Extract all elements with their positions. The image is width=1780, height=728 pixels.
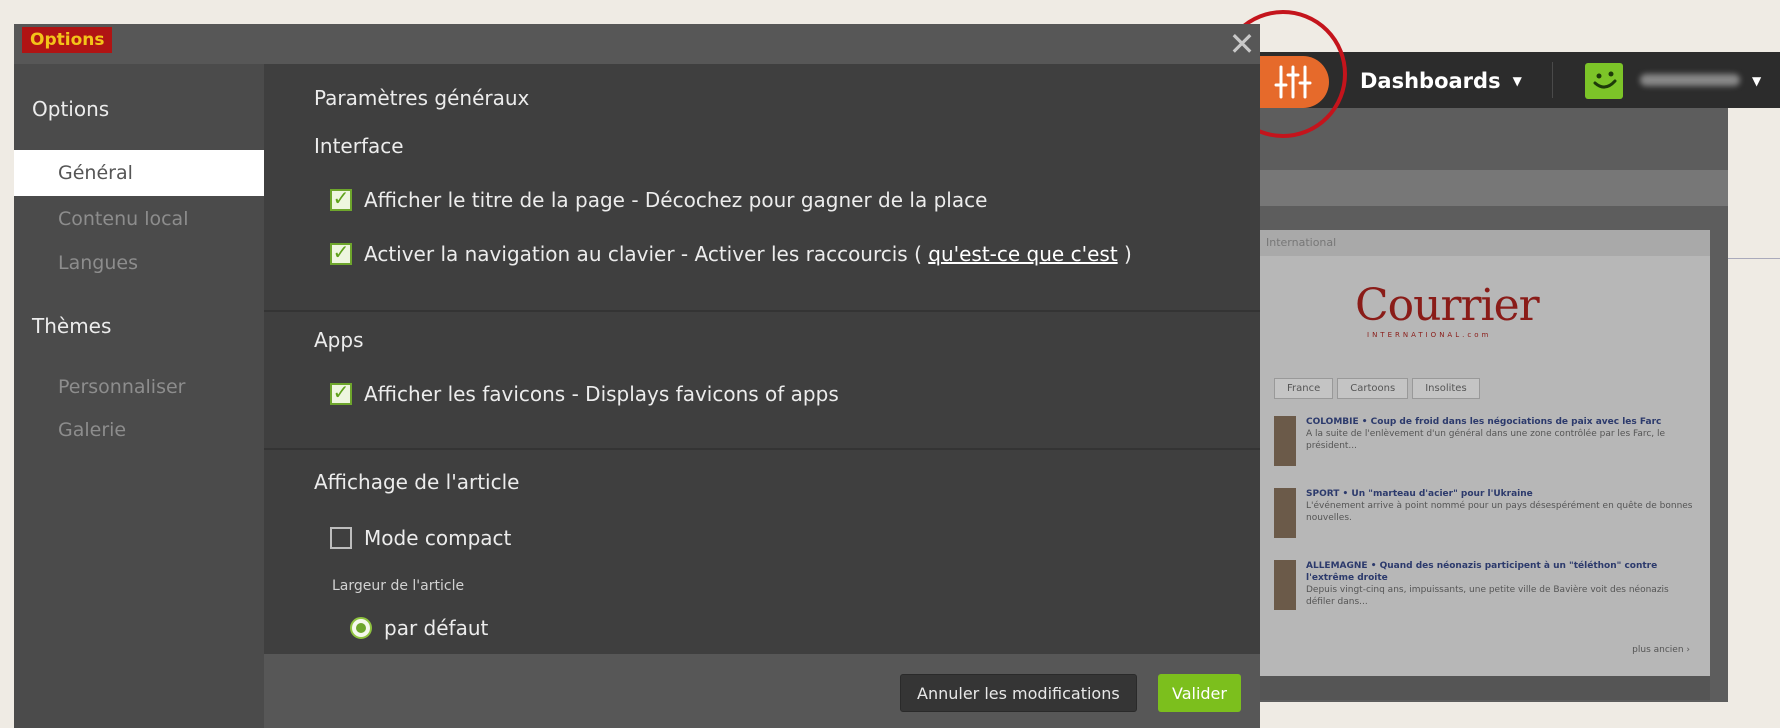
news-thumbnail bbox=[1274, 560, 1296, 610]
news-headline: SPORT • Un "marteau d'acier" pour l'Ukra… bbox=[1306, 489, 1533, 499]
news-headline: ALLEMAGNE • Quand des néonazis participe… bbox=[1306, 561, 1658, 583]
news-thumbnail bbox=[1274, 416, 1296, 466]
option-keyboard-nav-label: Activer la navigation au clavier - Activ… bbox=[364, 242, 922, 266]
validate-button[interactable]: Valider bbox=[1158, 674, 1241, 712]
widget-logo-sub: INTERNATIONAL.com bbox=[1367, 331, 1492, 339]
section-title-article: Affichage de l'article bbox=[314, 470, 520, 494]
section-divider bbox=[264, 310, 1260, 312]
widget-tab-insolites[interactable]: Insolites bbox=[1412, 378, 1480, 399]
dashboard-toolbar bbox=[1240, 170, 1728, 206]
news-text: Depuis vingt-cinq ans, impuissants, une … bbox=[1306, 585, 1669, 607]
option-show-title-label: Afficher le titre de la page - Décochez … bbox=[364, 188, 988, 212]
option-keyboard-nav[interactable]: ✓ Activer la navigation au clavier - Act… bbox=[330, 242, 1132, 266]
caret-down-icon: ▼ bbox=[1512, 74, 1522, 88]
dashboards-menu[interactable]: Dashboards ▼ bbox=[1360, 66, 1522, 96]
news-text: L'événement arrive à point nommé pour un… bbox=[1306, 501, 1693, 523]
cancel-button[interactable]: Annuler les modifications bbox=[900, 674, 1137, 712]
checkmark-icon: ✓ bbox=[332, 240, 350, 264]
widget-logo-text: Courrier bbox=[1355, 280, 1540, 331]
divider bbox=[1728, 258, 1780, 259]
section-title-apps: Apps bbox=[314, 328, 364, 352]
topbar-separator bbox=[1552, 62, 1553, 98]
checkbox-keyboard-nav[interactable]: ✓ bbox=[330, 240, 352, 265]
smiley-icon bbox=[1593, 71, 1617, 89]
more-link[interactable]: plus ancien › bbox=[1632, 645, 1690, 655]
sidebar-item-local-content[interactable]: Contenu local bbox=[14, 196, 264, 242]
page-title: Paramètres généraux bbox=[314, 86, 530, 110]
section-title-interface: Interface bbox=[314, 134, 404, 158]
option-show-title[interactable]: ✓ Afficher le titre de la page - Décoche… bbox=[330, 188, 987, 212]
sidebar-item-languages[interactable]: Langues bbox=[14, 240, 264, 286]
option-width-default[interactable]: par défaut bbox=[350, 616, 488, 640]
checkmark-icon: ✓ bbox=[332, 380, 350, 404]
news-item[interactable]: ALLEMAGNE • Quand des néonazis participe… bbox=[1274, 560, 1694, 610]
sidebar-heading-themes: Thèmes bbox=[32, 314, 112, 338]
dashboards-label: Dashboards bbox=[1360, 69, 1501, 93]
sidebar-item-gallery[interactable]: Galerie bbox=[14, 407, 264, 453]
sidebar-item-customize[interactable]: Personnaliser bbox=[14, 364, 264, 410]
option-show-favicons[interactable]: ✓ Afficher les favicons - Displays favic… bbox=[330, 382, 839, 406]
checkbox-compact-mode[interactable] bbox=[330, 527, 352, 549]
option-keyboard-nav-suffix: ) bbox=[1124, 242, 1132, 266]
widget-logo: Courrier INTERNATIONAL.com bbox=[1355, 280, 1540, 339]
widget-header: International bbox=[1260, 230, 1710, 256]
dashboard-footer bbox=[1260, 676, 1710, 700]
sidebar-heading-options: Options bbox=[32, 97, 110, 121]
options-content: Paramètres généraux Interface ✓ Afficher… bbox=[264, 64, 1260, 654]
user-menu-caret-icon[interactable]: ▼ bbox=[1752, 74, 1761, 88]
news-thumbnail bbox=[1274, 488, 1296, 538]
option-compact-mode[interactable]: Mode compact bbox=[330, 526, 511, 550]
sidebar-item-general[interactable]: Général bbox=[14, 150, 264, 196]
news-widget: International Courrier INTERNATIONAL.com… bbox=[1260, 230, 1710, 680]
news-item[interactable]: SPORT • Un "marteau d'acier" pour l'Ukra… bbox=[1274, 488, 1694, 538]
close-icon[interactable]: ✕ bbox=[1222, 24, 1262, 64]
news-text: A la suite de l'enlèvement d'un général … bbox=[1306, 429, 1666, 451]
modal-titlebar: Options bbox=[14, 24, 1260, 64]
radio-width-default[interactable] bbox=[350, 617, 372, 639]
checkbox-show-favicons[interactable]: ✓ bbox=[330, 380, 352, 405]
options-sidebar: Options Général Contenu local Langues Th… bbox=[14, 64, 264, 728]
option-compact-mode-label: Mode compact bbox=[364, 526, 512, 550]
widget-tabs: France Cartoons Insolites bbox=[1274, 378, 1480, 399]
modal-footer: Annuler les modifications Valider bbox=[264, 654, 1260, 728]
article-width-label: Largeur de l'article bbox=[332, 578, 465, 594]
section-divider bbox=[264, 448, 1260, 450]
keyboard-help-link[interactable]: qu'est-ce que c'est bbox=[928, 242, 1117, 266]
option-show-favicons-label: Afficher les favicons - Displays favicon… bbox=[364, 382, 839, 406]
avatar[interactable] bbox=[1585, 63, 1623, 99]
modal-title: Options bbox=[22, 27, 113, 53]
widget-tab-france[interactable]: France bbox=[1274, 378, 1334, 399]
radio-selected-dot bbox=[356, 623, 366, 633]
option-width-default-label: par défaut bbox=[384, 616, 489, 640]
checkbox-show-title[interactable]: ✓ bbox=[330, 186, 352, 211]
news-item[interactable]: COLOMBIE • Coup de froid dans les négoci… bbox=[1274, 416, 1694, 466]
news-headline: COLOMBIE • Coup de froid dans les négoci… bbox=[1306, 417, 1662, 427]
user-name[interactable] bbox=[1640, 74, 1740, 86]
checkmark-icon: ✓ bbox=[332, 186, 350, 210]
widget-tab-cartoons[interactable]: Cartoons bbox=[1337, 378, 1409, 399]
